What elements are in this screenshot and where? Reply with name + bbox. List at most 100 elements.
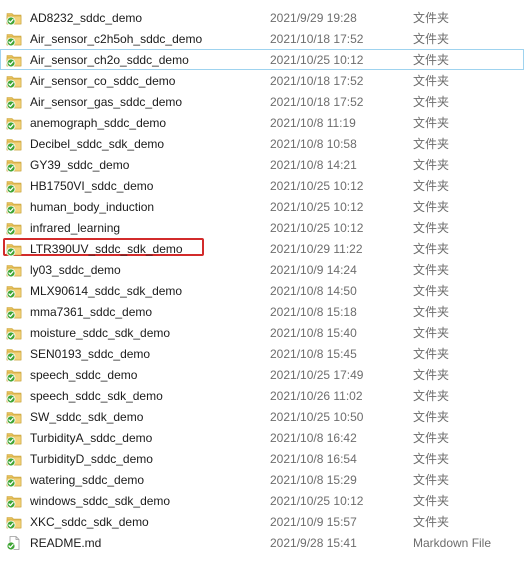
file-type: 文件夹 bbox=[413, 305, 450, 319]
folder-sync-icon bbox=[6, 10, 22, 26]
file-date: 2021/10/8 15:45 bbox=[270, 347, 357, 361]
file-date: 2021/10/18 17:52 bbox=[270, 95, 364, 109]
file-row[interactable]: speech_sddc_sdk_demo 2021/10/26 11:02 文件… bbox=[0, 385, 524, 406]
file-row[interactable]: moisture_sddc_sdk_demo 2021/10/8 15:40 文… bbox=[0, 322, 524, 343]
file-date: 2021/10/26 11:02 bbox=[270, 389, 363, 403]
folder-sync-icon bbox=[6, 115, 22, 131]
folder-sync-icon bbox=[6, 283, 22, 299]
folder-sync-icon bbox=[6, 136, 22, 152]
file-date: 2021/10/8 15:40 bbox=[270, 326, 357, 340]
file-type: 文件夹 bbox=[413, 368, 450, 382]
file-type: Markdown File bbox=[413, 536, 492, 550]
file-name: SEN0193_sddc_demo bbox=[30, 347, 151, 361]
file-type: 文件夹 bbox=[413, 32, 450, 46]
file-name: Air_sensor_ch2o_sddc_demo bbox=[30, 53, 189, 67]
file-type: 文件夹 bbox=[413, 389, 450, 403]
file-date: 2021/9/29 19:28 bbox=[270, 11, 357, 25]
file-row[interactable]: TurbidityA_sddc_demo 2021/10/8 16:42 文件夹 bbox=[0, 427, 524, 448]
file-name: GY39_sddc_demo bbox=[30, 158, 130, 172]
file-row[interactable]: AD8232_sddc_demo 2021/9/29 19:28 文件夹 bbox=[0, 7, 524, 28]
file-row[interactable]: TurbidityD_sddc_demo 2021/10/8 16:54 文件夹 bbox=[0, 448, 524, 469]
file-name: speech_sddc_sdk_demo bbox=[30, 389, 163, 403]
file-type: 文件夹 bbox=[413, 452, 450, 466]
file-row[interactable]: SEN0193_sddc_demo 2021/10/8 15:45 文件夹 bbox=[0, 343, 524, 364]
file-row[interactable]: ly03_sddc_demo 2021/10/9 14:24 文件夹 bbox=[0, 259, 524, 280]
file-name: SW_sddc_sdk_demo bbox=[30, 410, 144, 424]
folder-sync-icon bbox=[6, 367, 22, 383]
file-row[interactable]: Air_sensor_c2h5oh_sddc_demo 2021/10/18 1… bbox=[0, 28, 524, 49]
folder-sync-icon bbox=[6, 346, 22, 362]
file-type: 文件夹 bbox=[413, 158, 450, 172]
file-name: README.md bbox=[30, 536, 102, 550]
file-list: AD8232_sddc_demo 2021/9/29 19:28 文件夹 Air… bbox=[0, 7, 524, 553]
file-date: 2021/10/8 16:42 bbox=[270, 431, 357, 445]
file-type: 文件夹 bbox=[413, 116, 450, 130]
file-date: 2021/10/25 10:12 bbox=[270, 53, 364, 67]
file-row[interactable]: HB1750VI_sddc_demo 2021/10/25 10:12 文件夹 bbox=[0, 175, 524, 196]
file-row[interactable]: GY39_sddc_demo 2021/10/8 14:21 文件夹 bbox=[0, 154, 524, 175]
file-row[interactable]: Air_sensor_co_sddc_demo 2021/10/18 17:52… bbox=[0, 70, 524, 91]
file-row[interactable]: watering_sddc_demo 2021/10/8 15:29 文件夹 bbox=[0, 469, 524, 490]
file-name: MLX90614_sddc_sdk_demo bbox=[30, 284, 183, 298]
file-type: 文件夹 bbox=[413, 95, 450, 109]
file-type: 文件夹 bbox=[413, 284, 450, 298]
file-type: 文件夹 bbox=[413, 347, 450, 361]
file-type: 文件夹 bbox=[413, 326, 450, 340]
file-row[interactable]: windows_sddc_sdk_demo 2021/10/25 10:12 文… bbox=[0, 490, 524, 511]
folder-sync-icon bbox=[6, 304, 22, 320]
file-type: 文件夹 bbox=[413, 494, 450, 508]
file-row[interactable]: XKC_sddc_sdk_demo 2021/10/9 15:57 文件夹 bbox=[0, 511, 524, 532]
file-name: Air_sensor_c2h5oh_sddc_demo bbox=[30, 32, 203, 46]
folder-sync-icon bbox=[6, 388, 22, 404]
folder-sync-icon bbox=[6, 430, 22, 446]
file-row[interactable]: SW_sddc_sdk_demo 2021/10/25 10:50 文件夹 bbox=[0, 406, 524, 427]
file-row[interactable]: human_body_induction 2021/10/25 10:12 文件… bbox=[0, 196, 524, 217]
file-date: 2021/10/25 10:12 bbox=[270, 200, 364, 214]
file-date: 2021/10/25 17:49 bbox=[270, 368, 364, 382]
file-name: TurbidityA_sddc_demo bbox=[30, 431, 153, 445]
folder-sync-icon bbox=[6, 178, 22, 194]
file-name: ly03_sddc_demo bbox=[30, 263, 121, 277]
file-row[interactable]: speech_sddc_demo 2021/10/25 17:49 文件夹 bbox=[0, 364, 524, 385]
file-date: 2021/10/8 16:54 bbox=[270, 452, 357, 466]
file-row[interactable]: Air_sensor_gas_sddc_demo 2021/10/18 17:5… bbox=[0, 91, 524, 112]
folder-sync-icon bbox=[6, 514, 22, 530]
folder-sync-icon bbox=[6, 73, 22, 89]
file-name: Air_sensor_gas_sddc_demo bbox=[30, 95, 183, 109]
file-name: anemograph_sddc_demo bbox=[30, 116, 167, 130]
file-date: 2021/10/8 14:21 bbox=[270, 158, 357, 172]
file-name: AD8232_sddc_demo bbox=[30, 11, 143, 25]
file-type: 文件夹 bbox=[413, 137, 450, 151]
file-date: 2021/10/25 10:12 bbox=[270, 494, 364, 508]
file-name: Air_sensor_co_sddc_demo bbox=[30, 74, 176, 88]
file-date: 2021/10/18 17:52 bbox=[270, 32, 364, 46]
file-type: 文件夹 bbox=[413, 11, 450, 25]
file-row[interactable]: infrared_learning 2021/10/25 10:12 文件夹 bbox=[0, 217, 524, 238]
file-type: 文件夹 bbox=[413, 200, 450, 214]
file-name: watering_sddc_demo bbox=[30, 473, 145, 487]
folder-sync-icon bbox=[6, 31, 22, 47]
file-name: infrared_learning bbox=[30, 221, 121, 235]
file-name: HB1750VI_sddc_demo bbox=[30, 179, 154, 193]
file-row[interactable]: mma7361_sddc_demo 2021/10/8 15:18 文件夹 bbox=[0, 301, 524, 322]
file-row[interactable]: MLX90614_sddc_sdk_demo 2021/10/8 14:50 文… bbox=[0, 280, 524, 301]
file-date: 2021/9/28 15:41 bbox=[270, 536, 357, 550]
file-type: 文件夹 bbox=[413, 53, 450, 67]
file-type: 文件夹 bbox=[413, 242, 450, 256]
file-type: 文件夹 bbox=[413, 221, 450, 235]
file-row[interactable]: anemograph_sddc_demo 2021/10/8 11:19 文件夹 bbox=[0, 112, 524, 133]
folder-sync-icon bbox=[6, 451, 22, 467]
file-date: 2021/10/9 15:57 bbox=[270, 515, 357, 529]
file-date: 2021/10/9 14:24 bbox=[270, 263, 357, 277]
file-row[interactable]: Decibel_sddc_sdk_demo 2021/10/8 10:58 文件… bbox=[0, 133, 524, 154]
file-date: 2021/10/8 15:29 bbox=[270, 473, 357, 487]
file-name: speech_sddc_demo bbox=[30, 368, 138, 382]
file-type: 文件夹 bbox=[413, 515, 450, 529]
file-sync-icon bbox=[6, 535, 22, 551]
file-date: 2021/10/25 10:50 bbox=[270, 410, 364, 424]
file-row[interactable]: README.md 2021/9/28 15:41 Markdown File bbox=[0, 532, 524, 553]
file-name: TurbidityD_sddc_demo bbox=[30, 452, 153, 466]
file-row-highlighted[interactable]: LTR390UV_sddc_sdk_demo 2021/10/29 11:22 … bbox=[0, 238, 524, 259]
file-row-hovered[interactable]: Air_sensor_ch2o_sddc_demo 2021/10/25 10:… bbox=[0, 49, 524, 70]
folder-sync-icon bbox=[6, 493, 22, 509]
